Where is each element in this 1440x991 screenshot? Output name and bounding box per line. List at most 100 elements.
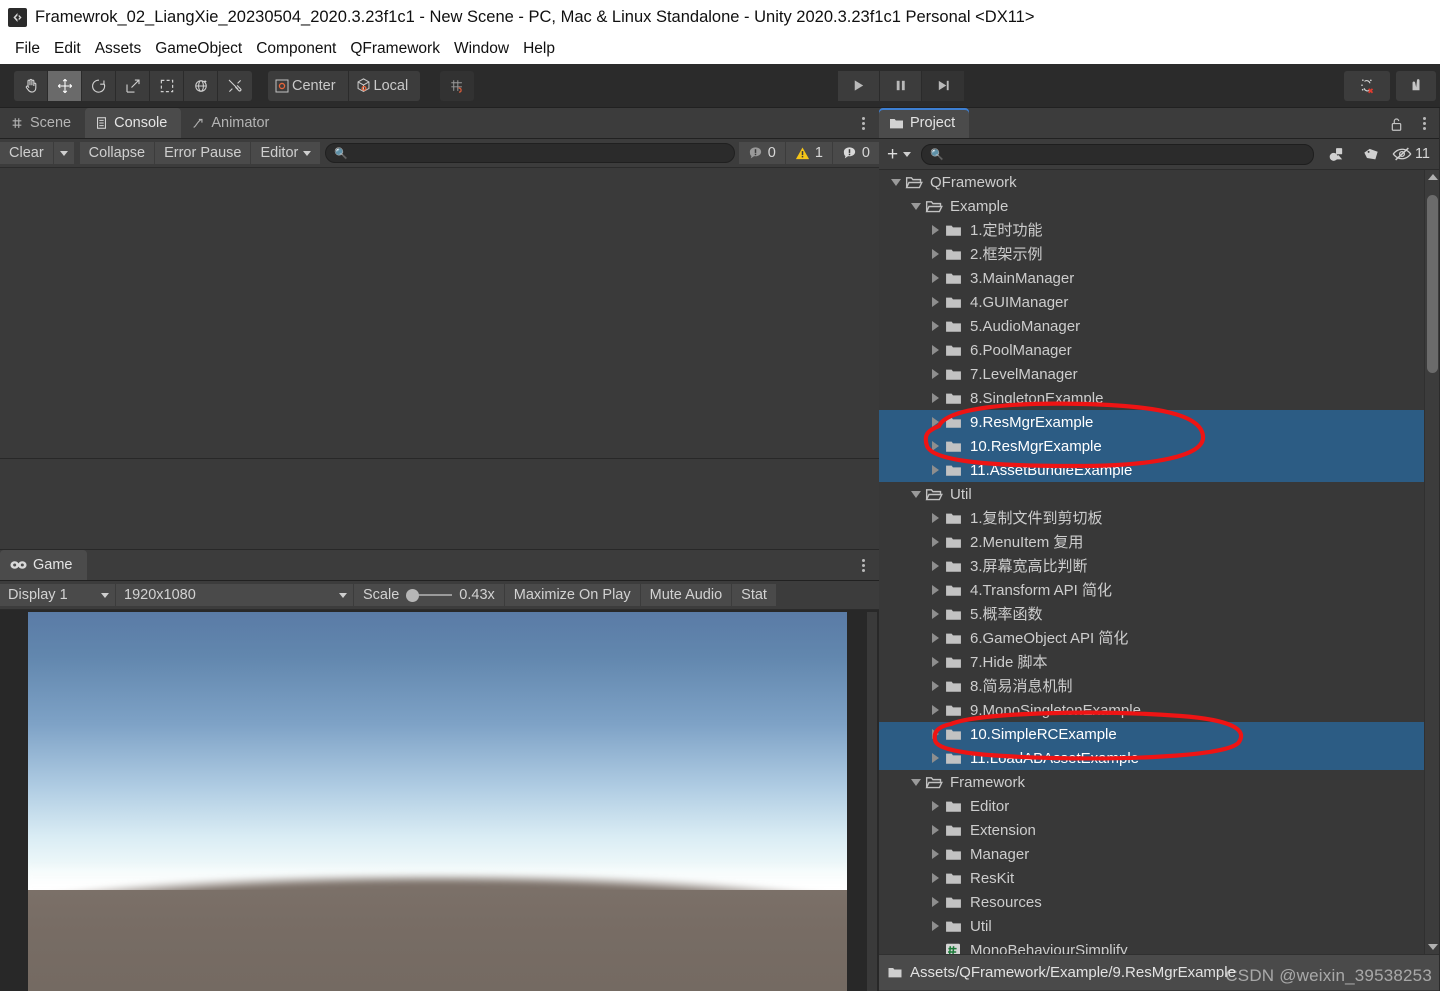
project-tree-row[interactable]: 6.GameObject API 简化 xyxy=(879,626,1440,650)
chevron-right-icon[interactable] xyxy=(929,896,942,909)
chevron-right-icon[interactable] xyxy=(929,680,942,693)
console-clear-dropdown[interactable] xyxy=(53,142,75,164)
tab-scene[interactable]: Scene xyxy=(0,108,85,138)
chevron-down-icon[interactable] xyxy=(909,776,922,789)
scroll-down-arrow-icon[interactable] xyxy=(1425,940,1440,954)
project-tree[interactable]: QFramework Example 1.定时功能 2.框架示例 3.MainManag… xyxy=(879,170,1440,954)
menu-qframework[interactable]: QFramework xyxy=(343,38,447,60)
chevron-down-icon[interactable] xyxy=(909,200,922,213)
menu-component[interactable]: Component xyxy=(249,38,343,60)
project-tree-row[interactable]: Util xyxy=(879,914,1440,938)
chevron-right-icon[interactable] xyxy=(929,560,942,573)
game-mute-audio-button[interactable]: Mute Audio xyxy=(640,584,733,606)
game-resolution-dropdown[interactable]: 1920x1080 xyxy=(116,584,354,606)
console-search-input[interactable] xyxy=(352,144,726,162)
project-tree-row[interactable]: 2.框架示例 xyxy=(879,242,1440,266)
tab-game[interactable]: Game xyxy=(0,550,87,580)
game-view[interactable] xyxy=(0,610,879,991)
project-tree-row[interactable]: 11.LoadABAssetExample xyxy=(879,746,1440,770)
console-search-field[interactable]: 🔍 xyxy=(325,143,735,163)
project-tree-row[interactable]: Editor xyxy=(879,794,1440,818)
chevron-right-icon[interactable] xyxy=(929,272,942,285)
console-log-count[interactable]: 0 xyxy=(738,142,786,164)
project-tree-row[interactable]: 1.定时功能 xyxy=(879,218,1440,242)
tab-animator[interactable]: Animator xyxy=(181,108,283,138)
play-button[interactable] xyxy=(838,70,880,101)
console-error-pause-button[interactable]: Error Pause xyxy=(155,142,252,164)
chevron-right-icon[interactable] xyxy=(929,368,942,381)
chevron-right-icon[interactable] xyxy=(929,608,942,621)
project-tree-row[interactable]: Util xyxy=(879,482,1440,506)
chevron-right-icon[interactable] xyxy=(929,584,942,597)
project-hidden-packages-toggle[interactable]: 11 xyxy=(1388,146,1438,162)
chevron-right-icon[interactable] xyxy=(929,464,942,477)
collab-button[interactable] xyxy=(1344,70,1390,101)
project-tree-row[interactable]: 5.概率函数 xyxy=(879,602,1440,626)
rect-tool-button[interactable] xyxy=(150,70,184,101)
console-warning-count[interactable]: 1 xyxy=(785,142,833,164)
chevron-right-icon[interactable] xyxy=(929,872,942,885)
project-tree-row[interactable]: MonoBehaviourSimplify xyxy=(879,938,1440,954)
chevron-right-icon[interactable] xyxy=(929,752,942,765)
pivot-rotation-button[interactable]: Local xyxy=(348,70,421,101)
project-tree-row[interactable]: 7.Hide 脚本 xyxy=(879,650,1440,674)
chevron-right-icon[interactable] xyxy=(929,512,942,525)
chevron-right-icon[interactable] xyxy=(929,704,942,717)
project-tree-row[interactable]: 1.复制文件到剪切板 xyxy=(879,506,1440,530)
lock-open-icon[interactable] xyxy=(1388,115,1404,133)
game-scale-slider-group[interactable]: Scale 0.43x xyxy=(354,584,505,606)
chevron-right-icon[interactable] xyxy=(929,800,942,813)
project-tree-row[interactable]: 5.AudioManager xyxy=(879,314,1440,338)
console-detail-pane[interactable] xyxy=(0,459,879,550)
console-clear-button[interactable]: Clear xyxy=(0,142,54,164)
console-editor-dropdown[interactable]: Editor xyxy=(251,142,322,164)
project-search-input[interactable] xyxy=(947,145,1305,163)
project-search-field[interactable]: 🔍 xyxy=(921,143,1314,165)
project-tree-scrollbar[interactable] xyxy=(1424,170,1440,954)
project-tree-row[interactable]: QFramework xyxy=(879,170,1440,194)
project-tree-row[interactable]: 9.MonoSingletonExample xyxy=(879,698,1440,722)
project-tree-row[interactable]: 6.PoolManager xyxy=(879,338,1440,362)
account-button[interactable] xyxy=(1396,70,1436,101)
chevron-down-icon[interactable] xyxy=(889,176,902,189)
project-tree-row[interactable]: 10.SimpleRCExample xyxy=(879,722,1440,746)
chevron-right-icon[interactable] xyxy=(929,296,942,309)
chevron-right-icon[interactable] xyxy=(929,224,942,237)
menu-window[interactable]: Window xyxy=(447,38,516,60)
chevron-right-icon[interactable] xyxy=(929,416,942,429)
project-tree-row[interactable]: 3.屏幕宽高比判断 xyxy=(879,554,1440,578)
menu-gameobject[interactable]: GameObject xyxy=(148,38,249,60)
console-message-list[interactable] xyxy=(0,168,879,459)
chevron-right-icon[interactable] xyxy=(929,320,942,333)
chevron-right-icon[interactable] xyxy=(929,632,942,645)
scroll-up-arrow-icon[interactable] xyxy=(1425,170,1440,184)
project-tree-row[interactable]: 4.GUIManager xyxy=(879,290,1440,314)
chevron-right-icon[interactable] xyxy=(929,848,942,861)
game-panel-menu-button[interactable] xyxy=(856,556,870,574)
chevron-right-icon[interactable] xyxy=(929,248,942,261)
chevron-right-icon[interactable] xyxy=(929,920,942,933)
slider-knob[interactable] xyxy=(406,588,420,602)
step-button[interactable] xyxy=(922,70,964,101)
menu-help[interactable]: Help xyxy=(516,38,562,60)
game-stats-button[interactable]: Stat xyxy=(732,584,777,606)
project-tree-row[interactable]: 11.AssetBundleExample xyxy=(879,458,1440,482)
game-maximize-on-play-button[interactable]: Maximize On Play xyxy=(504,584,641,606)
project-tree-row[interactable]: 10.ResMgrExample xyxy=(879,434,1440,458)
console-panel-menu-button[interactable] xyxy=(856,114,870,132)
console-error-count[interactable]: 0 xyxy=(832,142,879,164)
rotate-tool-button[interactable] xyxy=(82,70,116,101)
project-tree-row[interactable]: 4.Transform API 简化 xyxy=(879,578,1440,602)
project-tree-row[interactable]: 9.ResMgrExample xyxy=(879,410,1440,434)
transform-tool-button[interactable] xyxy=(184,70,218,101)
chevron-right-icon[interactable] xyxy=(929,344,942,357)
project-tree-row[interactable]: Example xyxy=(879,194,1440,218)
project-tree-row[interactable]: Manager xyxy=(879,842,1440,866)
grid-snap-button[interactable] xyxy=(440,70,475,101)
hand-tool-button[interactable] xyxy=(14,70,48,101)
move-tool-button[interactable] xyxy=(48,70,82,101)
game-scale-slider[interactable] xyxy=(406,588,453,602)
game-view-scrollbar[interactable] xyxy=(867,612,877,991)
project-tree-row[interactable]: 3.MainManager xyxy=(879,266,1440,290)
project-tree-row[interactable]: 8.简易消息机制 xyxy=(879,674,1440,698)
